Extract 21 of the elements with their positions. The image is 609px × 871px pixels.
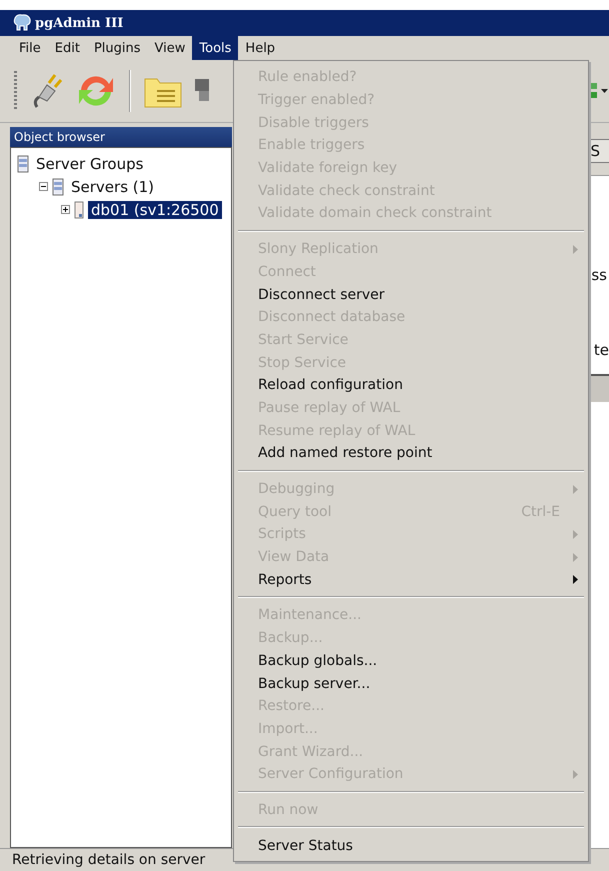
menu-item[interactable]: Server Status: [234, 834, 588, 857]
menu-item[interactable]: File: [12, 36, 48, 60]
menu-item[interactable]: Backup globals...: [234, 650, 588, 672]
menu-item[interactable]: Reports: [234, 568, 588, 592]
property-text: te: [594, 341, 609, 359]
window-title: pgAdmin III: [35, 16, 124, 30]
menu-item[interactable]: Disconnect server: [234, 283, 588, 306]
menu-item[interactable]: Edit: [48, 36, 87, 60]
menu-item[interactable]: Plugins: [86, 36, 148, 60]
menu-item[interactable]: Help: [238, 36, 282, 60]
tree-item[interactable]: Servers (1): [68, 178, 158, 196]
panel-header: Object browser: [10, 127, 232, 147]
tree-item[interactable]: Server Groups: [33, 154, 146, 172]
menu-item[interactable]: Tools: [192, 36, 238, 60]
menu-item[interactable]: View: [148, 36, 192, 60]
menu-item[interactable]: Reload configuration: [234, 374, 588, 397]
menu-item[interactable]: Backup server...: [234, 672, 588, 695]
tree-item[interactable]: db01 (sv1:26500: [88, 200, 222, 218]
menu-item[interactable]: Add named restore point: [234, 442, 588, 465]
property-text: ss: [591, 266, 607, 284]
status-text: Retrieving details on server: [12, 852, 206, 868]
